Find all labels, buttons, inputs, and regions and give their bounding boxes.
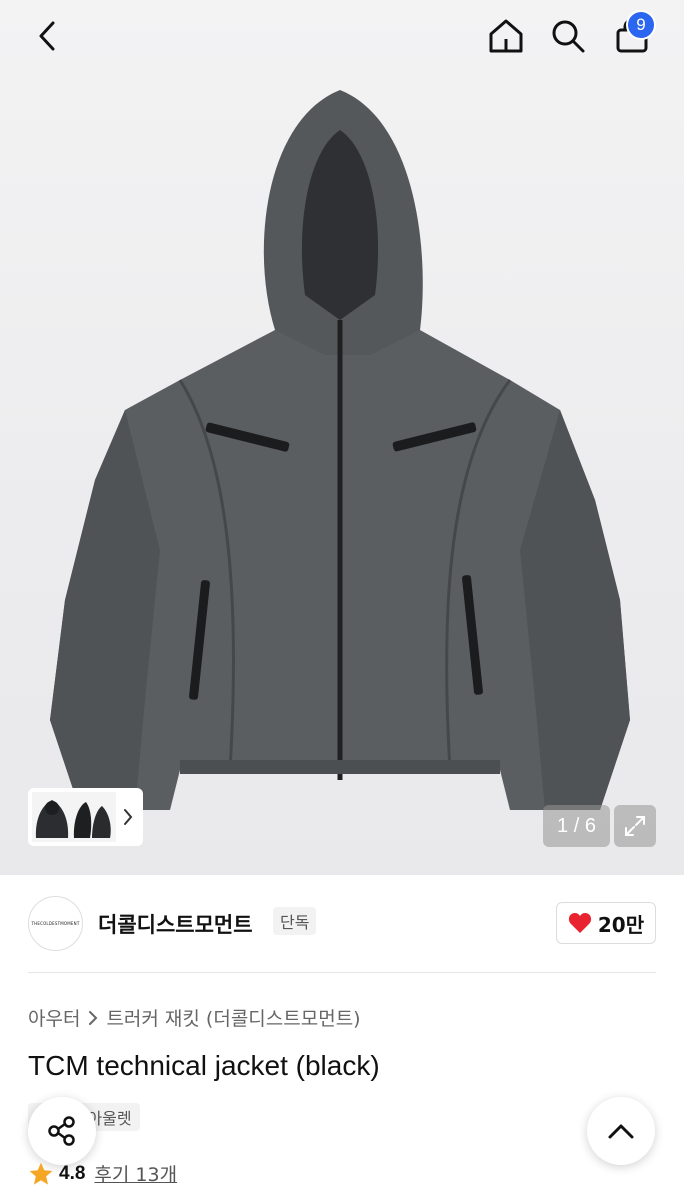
review-count-link[interactable]: 후기 13개 xyxy=(94,1160,177,1187)
chevron-left-icon xyxy=(39,21,55,51)
share-icon xyxy=(48,1116,75,1146)
thumbnail-strip[interactable] xyxy=(28,788,143,846)
breadcrumb-item-trucker[interactable]: 트러커 재킷 (더콜디스트모먼트) xyxy=(106,1004,360,1031)
chevron-right-icon xyxy=(89,1010,98,1025)
home-button[interactable] xyxy=(482,12,530,60)
product-title: TCM technical jacket (black) xyxy=(28,1050,380,1081)
divider xyxy=(28,972,656,973)
star-icon xyxy=(29,1162,53,1185)
breadcrumb: 아우터 트러커 재킷 (더콜디스트모먼트) xyxy=(28,1004,361,1031)
share-button[interactable] xyxy=(28,1097,96,1165)
like-count: 20만 xyxy=(597,912,645,937)
brand-logo-text: THECOLDESTMOMENT xyxy=(31,921,80,926)
back-button[interactable] xyxy=(24,12,72,60)
brand-logo[interactable]: THECOLDESTMOMENT xyxy=(28,896,83,951)
brand-exclusive-tag: 단독 xyxy=(273,907,317,935)
expand-button[interactable] xyxy=(614,805,656,847)
brand-row: THECOLDESTMOMENT 더콜디스트모먼트 단독 20만 xyxy=(28,896,656,952)
chevron-up-icon xyxy=(608,1124,634,1139)
chevron-right-icon[interactable] xyxy=(122,808,134,826)
brand-name[interactable]: 더콜디스트모먼트 xyxy=(98,909,253,939)
rating-row: 4.8 후기 13개 xyxy=(28,1160,177,1187)
like-button[interactable]: 20만 xyxy=(556,902,656,944)
home-icon xyxy=(489,19,523,53)
product-image[interactable] xyxy=(40,80,640,820)
heart-icon xyxy=(568,913,591,933)
search-icon xyxy=(552,20,585,53)
breadcrumb-item-outer[interactable]: 아우터 xyxy=(28,1004,80,1031)
rating-value: 4.8 xyxy=(59,1162,86,1184)
expand-icon xyxy=(625,816,645,836)
scroll-to-top-button[interactable] xyxy=(587,1097,655,1165)
image-counter: 1 / 6 xyxy=(543,805,610,847)
product-image-gallery[interactable]: 9 1 / 6 xyxy=(0,0,684,875)
thumbnail-images[interactable] xyxy=(32,792,116,842)
search-button[interactable] xyxy=(544,12,592,60)
top-navigation-bar: 9 xyxy=(0,0,684,72)
cart-count-badge: 9 xyxy=(626,10,656,40)
